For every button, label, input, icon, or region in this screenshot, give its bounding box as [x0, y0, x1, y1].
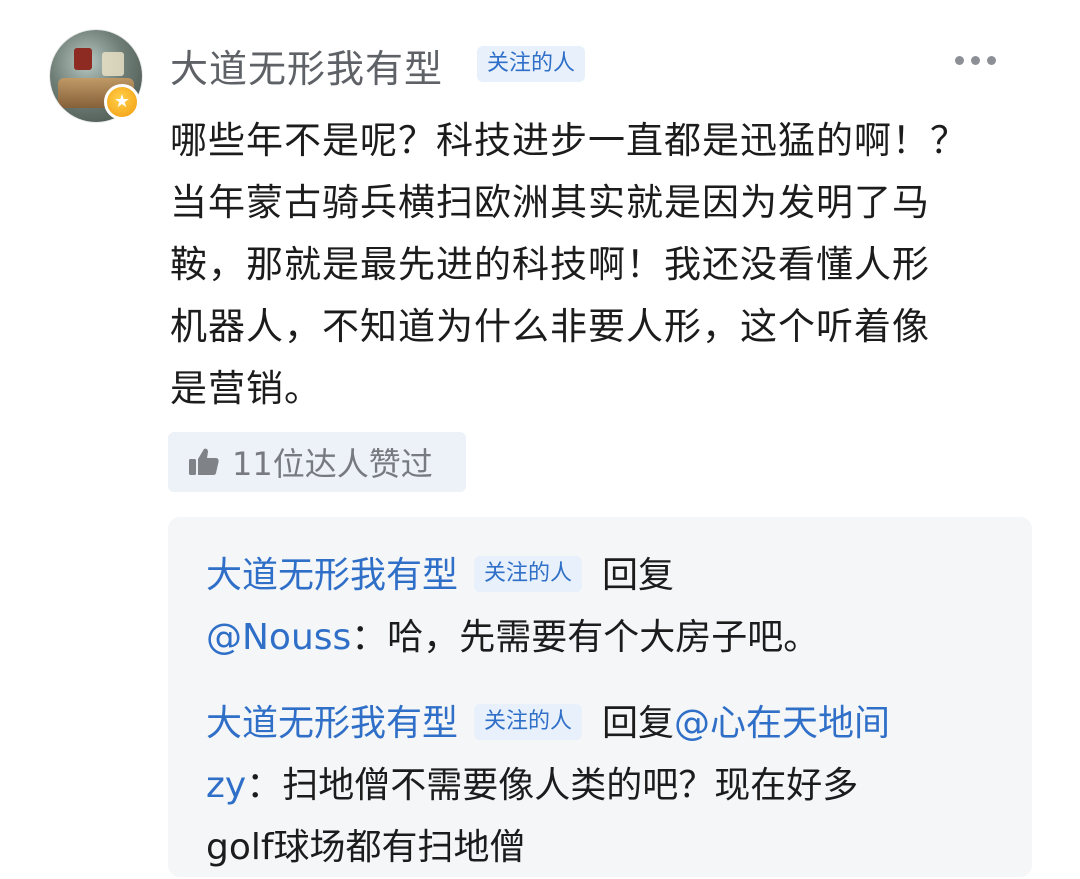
reply-target[interactable]: @心在天地间 [674, 703, 890, 744]
dot [955, 55, 964, 65]
post-username[interactable]: 大道无形我有型 [170, 38, 443, 93]
replies-panel: 大道无形我有型 关注的人 回复 @Nouss：哈，先需要有个大房子吧。 大道无形我有… [168, 517, 1032, 877]
dot [987, 55, 996, 65]
reply-text-cont: golf球场都有扫地僧 [206, 827, 526, 868]
thumbs-up-icon [189, 448, 219, 475]
star-badge-icon: ★ [104, 84, 140, 120]
dot [971, 55, 980, 65]
reply-username[interactable]: 大道无形我有型 [206, 555, 458, 596]
reply-word: 回复 [602, 555, 675, 596]
follow-tag: 关注的人 [477, 46, 586, 82]
avatar-lamp [74, 48, 92, 70]
reply-item: 大道无形我有型 关注的人 回复 @Nouss：哈，先需要有个大房子吧。 [206, 545, 1006, 669]
reply-text: ：扫地僧不需要像人类的吧？现在好多 [246, 765, 859, 806]
reply-text: ：哈，先需要有个大房子吧。 [351, 617, 820, 658]
likes-label: 11位达人赞过 [232, 445, 433, 483]
more-dots-icon[interactable] [955, 45, 1015, 75]
follow-tag: 关注的人 [474, 704, 583, 740]
post-content: 哪些年不是呢？科技进步一直都是迅猛的啊！？ 当年蒙古骑兵横扫欧洲其实就是因为发明… [170, 119, 968, 410]
likes-button[interactable]: 11位达人赞过 [168, 432, 466, 492]
reply-word: 回复 [602, 703, 675, 744]
follow-tag: 关注的人 [474, 556, 583, 592]
reply-target[interactable]: @Nouss [206, 617, 351, 658]
avatar-glass [102, 52, 124, 76]
reply-item: 大道无形我有型 关注的人 回复@心在天地间 zy：扫地僧不需要像人类的吧？现在好多 … [206, 693, 1006, 879]
reply-username[interactable]: 大道无形我有型 [206, 703, 458, 744]
reply-target-cont[interactable]: zy [206, 765, 246, 806]
